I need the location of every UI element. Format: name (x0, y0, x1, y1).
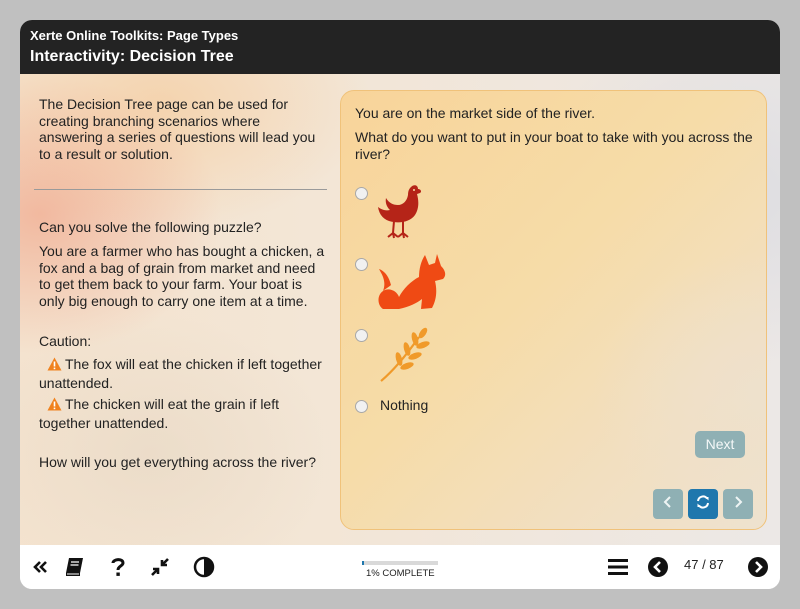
option-radio-chicken[interactable] (355, 187, 368, 200)
header-bar: Xerte Online Toolkits: Page Types Intera… (20, 20, 780, 74)
warning-triangle-icon (47, 357, 62, 375)
restart-button[interactable] (688, 489, 718, 519)
next-step-button[interactable] (723, 489, 753, 519)
question-panel: You are on the market side of the river.… (340, 90, 767, 530)
contrast-icon[interactable] (192, 555, 216, 579)
warning-fox-chicken: The fox will eat the chicken if left tog… (39, 356, 334, 391)
app-window: Xerte Online Toolkits: Page Types Intera… (20, 20, 780, 589)
chicken-icon[interactable] (377, 183, 425, 246)
minimize-icon[interactable] (148, 555, 172, 579)
option-radio-nothing[interactable] (355, 400, 368, 413)
menu-icon[interactable] (606, 555, 630, 579)
page-counter: 47 / 87 (684, 557, 724, 572)
intro-text: The Decision Tree page can be used for c… (39, 96, 316, 162)
next-page-icon[interactable] (746, 555, 770, 579)
previous-step-button[interactable] (653, 489, 683, 519)
previous-page-icon[interactable] (646, 555, 670, 579)
option-radio-fox[interactable] (355, 258, 368, 271)
glossary-book-icon[interactable] (62, 555, 86, 579)
footer-bar: 1% COMPLETE 47 / 87 (20, 545, 780, 589)
progress-fill (362, 561, 365, 565)
progress-bar (362, 561, 438, 565)
help-icon[interactable] (106, 555, 130, 579)
refresh-icon (695, 494, 711, 515)
caution-label: Caution: (39, 333, 92, 349)
next-button[interactable]: Next (695, 431, 745, 458)
wheat-icon[interactable] (379, 327, 437, 388)
fox-icon[interactable] (377, 251, 449, 318)
warning-chicken-grain: The chicken will eat the grain if left t… (39, 396, 334, 431)
option-radio-grain[interactable] (355, 329, 368, 342)
app-title: Xerte Online Toolkits: Page Types (30, 28, 239, 43)
question-text: What do you want to put in your boat to … (355, 129, 753, 162)
page-title: Interactivity: Decision Tree (30, 48, 234, 65)
double-chevron-left-icon[interactable] (28, 555, 52, 579)
option-label-nothing[interactable]: Nothing (380, 397, 428, 413)
chevron-right-icon (732, 495, 744, 514)
warning-text-2: The chicken will eat the grain if left t… (39, 396, 279, 431)
divider (34, 189, 327, 190)
content-area: The Decision Tree page can be used for c… (20, 74, 780, 545)
warning-triangle-icon (47, 397, 62, 415)
warning-text-1: The fox will eat the chicken if left tog… (39, 356, 322, 391)
puzzle-question: Can you solve the following puzzle? (39, 219, 262, 235)
puzzle-description: You are a farmer who has bought a chicke… (39, 243, 325, 309)
progress-label: 1% COMPLETE (366, 568, 435, 579)
chevron-left-icon (662, 495, 674, 514)
final-question: How will you get everything across the r… (39, 454, 317, 470)
location-text: You are on the market side of the river. (355, 105, 595, 121)
